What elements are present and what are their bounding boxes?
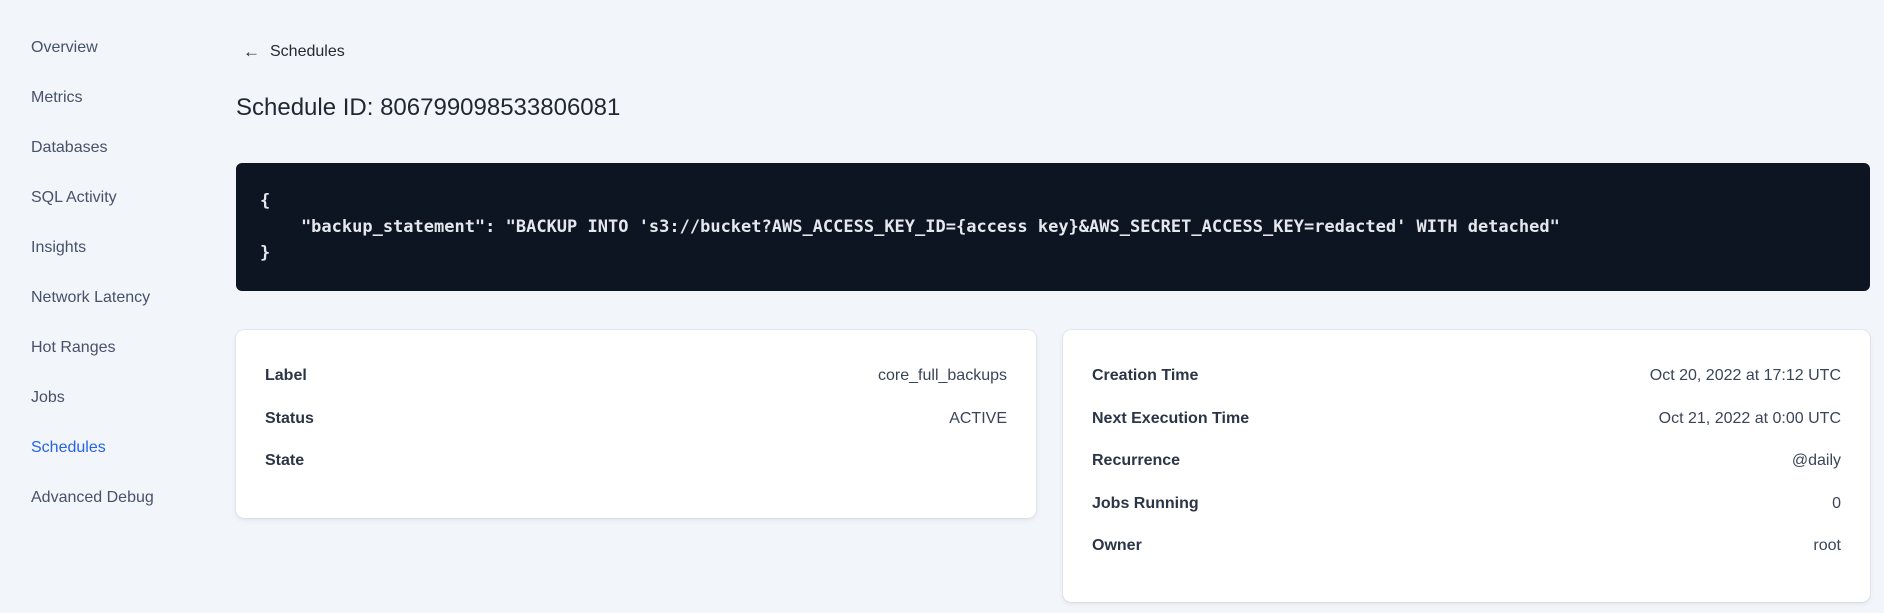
schedule-row-state: State xyxy=(265,440,1007,483)
row-value: @daily xyxy=(1791,452,1841,470)
row-value: core_full_backups xyxy=(878,367,1007,385)
row-value: Oct 21, 2022 at 0:00 UTC xyxy=(1658,409,1841,427)
schedule-detail-page: ← Schedules Schedule ID: 806799098533806… xyxy=(236,0,1870,602)
sidebar-item-sql-activity[interactable]: SQL Activity xyxy=(0,173,236,223)
details-row-next-execution-time: Next Execution Time Oct 21, 2022 at 0:00… xyxy=(1092,398,1841,441)
backup-statement-code-block: { "backup_statement": "BACKUP INTO 's3:/… xyxy=(236,163,1870,291)
back-arrow-icon[interactable]: ← xyxy=(243,42,260,62)
details-row-recurrence: Recurrence @daily xyxy=(1092,440,1841,483)
row-label: Owner xyxy=(1092,537,1142,555)
schedule-row-label: Label core_full_backups xyxy=(265,355,1007,398)
sidebar-item-network-latency[interactable]: Network Latency xyxy=(0,273,236,323)
backup-statement-code: { "backup_statement": "BACKUP INTO 's3:/… xyxy=(260,191,1560,263)
schedule-summary-card: Label core_full_backups Status ACTIVE St… xyxy=(236,330,1036,518)
row-value: 0 xyxy=(1832,494,1841,512)
schedule-row-status: Status ACTIVE xyxy=(265,398,1007,441)
detail-cards: Label core_full_backups Status ACTIVE St… xyxy=(236,330,1870,602)
sidebar-item-schedules[interactable]: Schedules xyxy=(0,423,236,473)
row-label: Status xyxy=(265,409,314,427)
row-value: ACTIVE xyxy=(949,409,1007,427)
details-row-owner: Owner root xyxy=(1092,525,1841,568)
sidebar-item-hot-ranges[interactable]: Hot Ranges xyxy=(0,323,236,373)
back-link-label[interactable]: Schedules xyxy=(270,42,345,62)
back-to-schedules-link[interactable]: ← Schedules xyxy=(243,42,345,62)
row-label: State xyxy=(265,452,305,470)
sidebar-item-insights[interactable]: Insights xyxy=(0,223,236,273)
row-label: Creation Time xyxy=(1092,367,1199,385)
row-label: Next Execution Time xyxy=(1092,409,1250,427)
details-row-jobs-running: Jobs Running 0 xyxy=(1092,483,1841,526)
details-row-creation-time: Creation Time Oct 20, 2022 at 17:12 UTC xyxy=(1092,355,1841,398)
row-label: Jobs Running xyxy=(1092,494,1199,512)
row-value: root xyxy=(1813,537,1841,555)
sidebar-item-advanced-debug[interactable]: Advanced Debug xyxy=(0,473,236,523)
sidebar-item-jobs[interactable]: Jobs xyxy=(0,373,236,423)
schedule-details-card: Creation Time Oct 20, 2022 at 17:12 UTC … xyxy=(1063,330,1870,602)
row-label: Label xyxy=(265,367,307,385)
page-title: Schedule ID: 806799098533806081 xyxy=(236,94,621,121)
sidebar-item-overview[interactable]: Overview xyxy=(0,23,236,73)
row-value: Oct 20, 2022 at 17:12 UTC xyxy=(1649,367,1841,385)
sidebar-item-databases[interactable]: Databases xyxy=(0,123,236,173)
sidebar: Overview Metrics Databases SQL Activity … xyxy=(0,23,236,523)
sidebar-item-metrics[interactable]: Metrics xyxy=(0,73,236,123)
row-label: Recurrence xyxy=(1092,452,1181,470)
